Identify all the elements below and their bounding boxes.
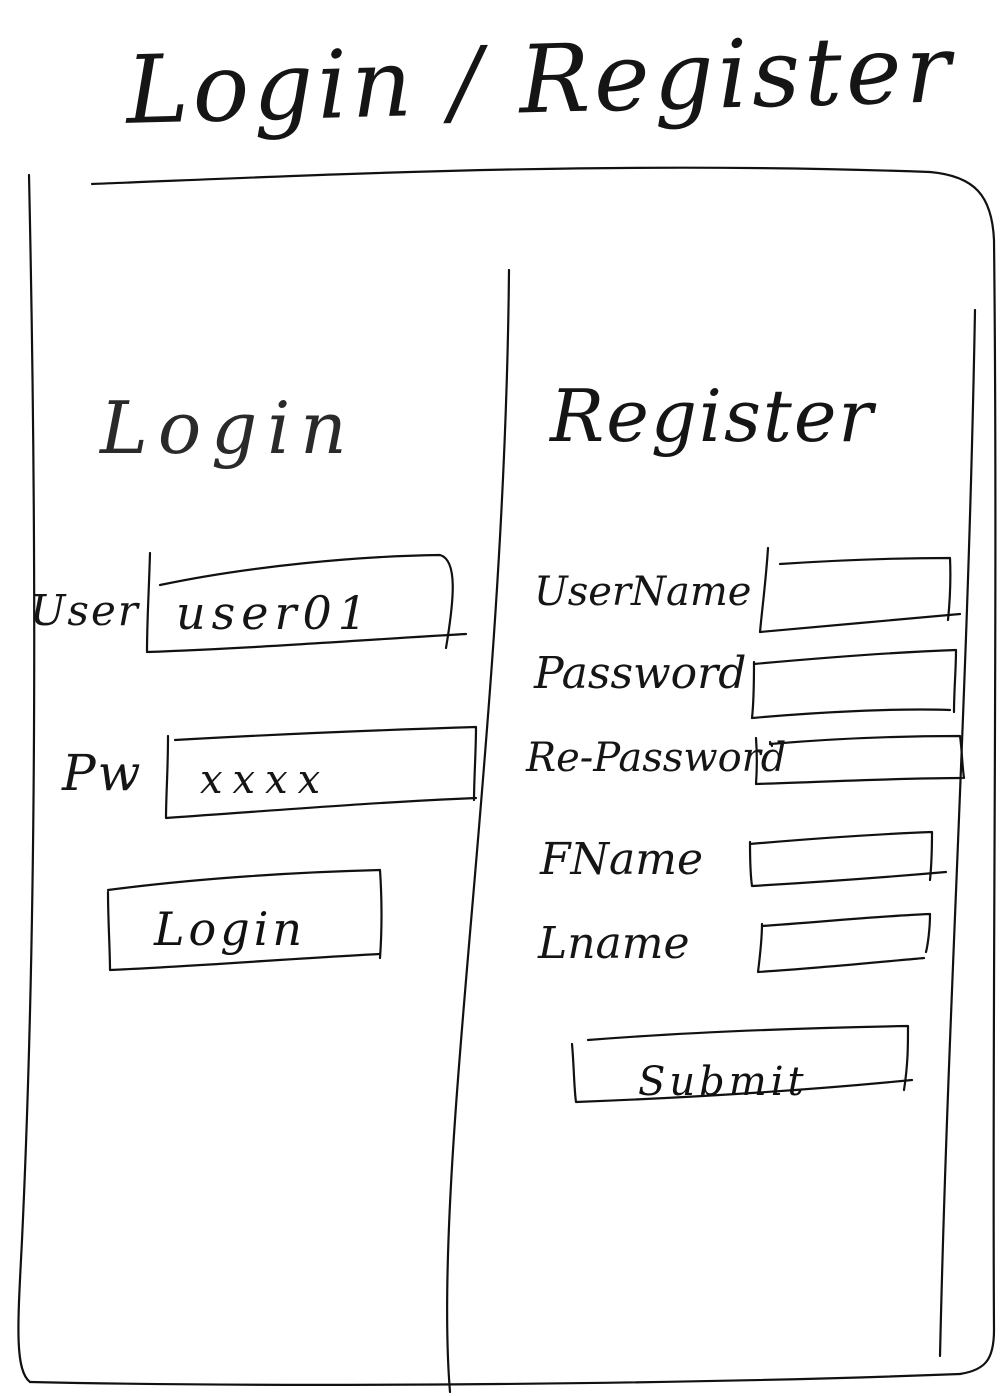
submit-button-label: Submit xyxy=(638,1059,808,1105)
register-username-input[interactable] xyxy=(762,558,956,630)
user-label: User xyxy=(30,586,140,635)
register-lname-label: Lname xyxy=(538,918,690,969)
outer-frame-left xyxy=(17,173,36,1384)
register-lname-input[interactable] xyxy=(762,916,928,970)
outer-frame-bottom xyxy=(28,1372,962,1386)
login-button[interactable]: Login xyxy=(108,872,382,968)
register-heading: Register xyxy=(550,374,875,458)
login-user-value: user01 xyxy=(176,586,373,640)
title-underline xyxy=(90,166,932,186)
panel-divider xyxy=(445,268,511,1394)
register-repassword-label: Re-Password xyxy=(526,735,787,781)
login-heading: Login xyxy=(100,386,357,470)
login-button-label: Login xyxy=(154,902,307,956)
register-username-label: UserName xyxy=(534,569,752,615)
register-password-input[interactable] xyxy=(754,652,954,716)
register-repassword-input[interactable] xyxy=(758,738,962,784)
login-password-value: xxxx xyxy=(200,757,331,803)
page-title: Login / Register xyxy=(124,15,956,146)
register-password-label: Password xyxy=(534,648,747,699)
outer-frame-inner-right xyxy=(938,308,977,1358)
register-fname-input[interactable] xyxy=(752,834,932,886)
pw-label: Pw xyxy=(62,744,143,802)
register-fname-label: FName xyxy=(540,834,704,885)
submit-button[interactable]: Submit xyxy=(574,1030,908,1102)
